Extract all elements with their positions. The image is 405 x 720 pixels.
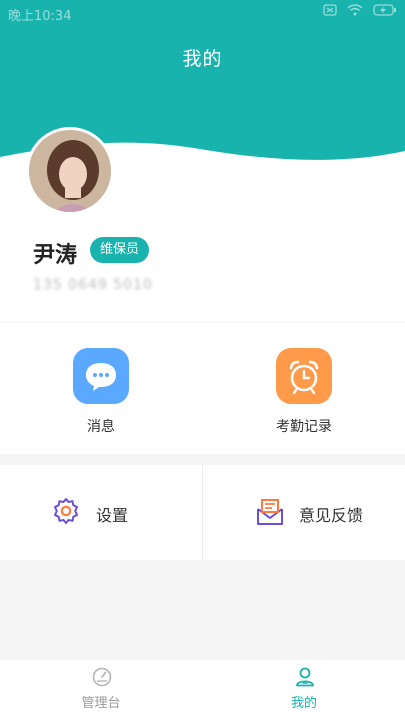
feedback-label: 意见反馈 [299,506,364,525]
settings-row: 设置 意见反馈 [0,465,405,560]
settings-label: 设置 [96,506,129,525]
status-icons [323,4,397,16]
tab-profile[interactable]: 我的 [203,660,405,720]
role-badge: 维保员 [90,237,150,263]
user-profile-icon [294,666,316,692]
status-bar: 晚上10:34 [0,0,405,26]
feedback-button[interactable]: 意见反馈 [203,465,405,560]
gear-icon [52,497,80,529]
phone-number: 135 0649 5010 [33,277,153,293]
messages-label: 消息 [87,419,115,435]
tab-dashboard-label: 管理台 [81,696,121,711]
tab-profile-label: 我的 [290,696,317,711]
dashboard-gauge-icon [91,666,113,692]
attendance-button[interactable]: 考勤记录 [203,323,405,454]
messages-button[interactable]: 消息 [0,323,202,454]
tab-bar: 管理台 我的 [0,660,405,720]
battery-icon [373,4,396,16]
status-time: 晚上10:34 [8,9,72,24]
user-name: 尹涛 [33,243,78,268]
chat-bubble-icon [73,348,129,404]
alarm-clock-icon [276,348,332,404]
wifi-icon [347,4,363,16]
tab-dashboard[interactable]: 管理台 [0,660,202,720]
page-title: 我的 [182,48,223,70]
attendance-label: 考勤记录 [276,419,332,435]
settings-button[interactable]: 设置 [0,465,202,560]
avatar[interactable] [26,127,114,215]
notification-icon [323,4,337,16]
quick-actions: 消息 考勤记录 [0,323,405,454]
feedback-envelope-icon [255,497,285,531]
